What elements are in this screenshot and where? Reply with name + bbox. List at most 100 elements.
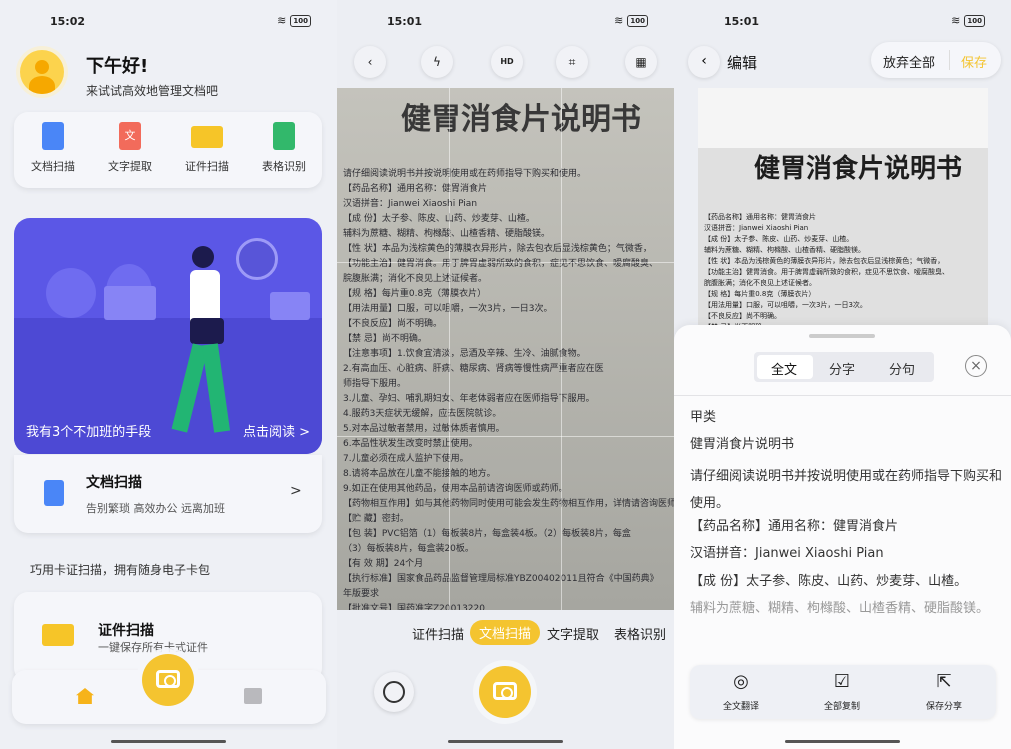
avatar[interactable] <box>20 50 64 94</box>
text-line: 甲类 <box>690 410 717 425</box>
preview-line: 汉语拼音：Jianwei Xiaoshi Pian <box>704 224 809 232</box>
table-icon <box>273 122 295 150</box>
tool-doc-scan[interactable]: 文档扫描 <box>18 122 88 174</box>
promo-banner[interactable]: 我有3个不加班的手段 点击阅读 > <box>14 218 322 454</box>
grid-line <box>337 262 674 263</box>
doc-photo-line: 【用法用量】口服，可以咀嚼，一次3片，一日3次。 <box>343 304 553 314</box>
tool-text-extract[interactable]: 文 文字提取 <box>95 122 165 174</box>
home-indicator <box>448 740 563 743</box>
share-icon: ⇱ <box>936 671 952 692</box>
doc-photo-line: 9.如正在使用其他药品，使用本品前请咨询医师或药师。 <box>343 484 568 494</box>
back-button[interactable]: ‹ <box>688 46 720 78</box>
camera-icon <box>493 682 517 700</box>
doc-photo-line: 【禁 忌】尚不明确。 <box>343 334 427 344</box>
battery-icon: 100 <box>964 14 985 27</box>
hd-button[interactable]: HD <box>491 46 523 78</box>
mode-card-scan[interactable]: 证件扫描 <box>412 624 464 643</box>
status-bar: 15:01 ≋ 100 <box>674 12 1011 32</box>
doc-photo-line: 【有 效 期】24个月 <box>343 559 424 569</box>
camera-screen: 15:01 ≋ 100 ‹ ϟ HD ⌗ ▦ 健胃消食片说明书 请仔细阅读说明书并… <box>337 0 674 749</box>
preview-line: 【规 格】每片重0.8克（薄膜衣片） <box>704 290 816 298</box>
folder-icon[interactable] <box>244 688 262 704</box>
doc-scan-subtitle: 告别繁琐 高效办公 远离加班 <box>86 502 225 515</box>
tool-card-scan[interactable]: 证件扫描 <box>172 122 242 174</box>
doc-photo-line: 【不良反应】尚不明确。 <box>343 319 443 329</box>
doc-photo-line: 【药品名称】通用名称：健胃消食片 <box>343 184 488 194</box>
camera-viewfinder[interactable]: 健胃消食片说明书 请仔细阅读说明书并按说明使用或在药师指导下购买和使用。 【药品名… <box>337 88 674 610</box>
preview-line: 辅料为蔗糖、糊精、枸橼酸、山楂香精、硬脂酸镁。 <box>704 246 865 254</box>
copy-icon: ☑ <box>833 671 851 692</box>
header-actions: 放弃全部 保存 <box>871 42 1001 78</box>
wifi-icon: ≋ <box>614 14 624 27</box>
mode-table-recognize[interactable]: 表格识别 <box>614 624 666 643</box>
preview-line: 【不良反应】尚不明确。 <box>704 312 781 320</box>
back-button[interactable]: ‹ <box>354 46 386 78</box>
greeting-subtitle: 来试试高效地管理文档吧 <box>86 84 219 98</box>
crop-button[interactable]: ⌗ <box>556 46 588 78</box>
drag-handle[interactable] <box>809 334 875 338</box>
flash-off-button[interactable]: ϟ <box>421 46 453 78</box>
doc-photo-line: 8.请将本品放在儿童不能接触的地方。 <box>343 469 496 479</box>
text-line: 请仔细阅读说明书并按说明使用或在药师指导下购买和使用。 <box>690 469 1003 511</box>
document-icon <box>42 122 64 150</box>
close-button[interactable]: × <box>965 355 987 377</box>
doc-photo-line: 【批准文号】国药准字Z20013220 <box>343 604 485 610</box>
mode-doc-scan[interactable]: 文档扫描 <box>470 620 541 645</box>
gallery-button[interactable] <box>374 672 414 712</box>
doc-photo-line: （3）每板装8片，每盒装20板。 <box>343 544 474 554</box>
banner-read-link[interactable]: 点击阅读 > <box>243 421 310 440</box>
grid-line <box>337 436 674 437</box>
crop-icon: ⌗ <box>568 55 576 69</box>
doc-photo-line: 5.对本品过敏者禁用，过敏体质者慎用。 <box>343 424 505 434</box>
preview-line: 【功能主治】健胃消食。用于脾胃虚弱所致的食积，症见不思饮食、嗳腐酸臭、 <box>704 268 949 276</box>
status-time: 15:01 <box>387 15 423 28</box>
doc-photo-line: 【药物相互作用】如与其他药物同时使用可能会发生药物相互作用，详情请咨询医师 <box>343 499 674 509</box>
home-indicator <box>785 740 900 743</box>
card-scan-title: 证件扫描 <box>98 623 154 639</box>
doc-photo-line: 脘腹胀满；消化不良见上述证候者。 <box>343 274 488 284</box>
doc-photo-line: 【规 格】每片重0.8克（薄膜衣片） <box>343 289 487 299</box>
camera-button[interactable] <box>142 654 194 706</box>
doc-photo-line: 2.有高血压、心脏病、肝病、糖尿病、肾病等慢性病严重者应在医 <box>343 364 604 374</box>
doc-scan-row[interactable]: 文档扫描 告别繁琐 高效办公 远离加班 > <box>14 455 322 533</box>
doc-photo-line: 师指导下服用。 <box>343 379 407 389</box>
tool-table-recognize[interactable]: 表格识别 <box>249 122 319 174</box>
text-line: 【成 份】太子参、陈皮、山药、炒麦芽、山楂。 <box>690 574 968 589</box>
view-tabs: 全文 分字 分句 <box>754 352 934 382</box>
copy-all-button[interactable]: ☑ 全部复制 <box>807 671 877 712</box>
save-button[interactable]: 保存 <box>961 52 987 71</box>
tab-by-char[interactable]: 分字 <box>829 359 855 378</box>
save-share-button[interactable]: ⇱ 保存分享 <box>909 671 979 712</box>
doc-photo-title: 健胃消食片说明书 <box>401 102 641 137</box>
grid-button[interactable]: ▦ <box>625 46 657 78</box>
card-icon <box>191 126 223 148</box>
preview-line: 【用法用量】口服，可以咀嚼，一次3片，一日3次。 <box>704 301 867 309</box>
scan-preview: 健胃消食片说明书 【药品名称】通用名称：健胃消食片 汉语拼音：Jianwei Xi… <box>698 88 988 328</box>
tab-full-text[interactable]: 全文 <box>771 359 797 378</box>
mode-text-extract[interactable]: 文字提取 <box>547 624 599 643</box>
globe-icon: ◎ <box>733 671 749 692</box>
doc-photo-line: 【成 份】太子参、陈皮、山药、炒麦芽、山楂。 <box>343 214 535 224</box>
scan-mode-selector: 证件扫描 文档扫描 文字提取 表格识别 <box>337 614 674 652</box>
text-extract-icon: 文 <box>119 122 141 150</box>
tab-by-sentence[interactable]: 分句 <box>889 359 915 378</box>
camera-icon <box>156 670 180 688</box>
preview-line: 【成 份】太子参、陈皮、山药、炒麦芽、山楂。 <box>704 235 854 243</box>
flash-off-icon: ϟ <box>433 55 441 69</box>
page-title: 编辑 <box>727 54 758 72</box>
doc-photo-line: 【性 状】本品为浅棕黄色的薄膜衣异形片，除去包衣后显浅棕黄色；气微香， <box>343 244 652 254</box>
grid-line <box>449 88 450 610</box>
discard-all-button[interactable]: 放弃全部 <box>883 52 935 71</box>
doc-photo-line: 请仔细阅读说明书并按说明使用或在药师指导下购买和使用。 <box>343 169 587 179</box>
wifi-icon: ≋ <box>277 14 287 27</box>
preview-title: 健胃消食片说明书 <box>754 154 963 184</box>
translate-button[interactable]: ◎ 全文翻译 <box>706 671 776 712</box>
bottom-toolbar: ◎ 全文翻译 ☑ 全部复制 ⇱ 保存分享 <box>690 665 996 719</box>
home-icon[interactable] <box>76 688 94 704</box>
text-line: 【药品名称】通用名称：健胃消食片 <box>690 519 899 534</box>
preview-line: 脘腹胀满；消化不良见上述证候者。 <box>704 279 816 287</box>
doc-photo-line: 辅料为蔗糖、糊精、枸橼酸、山楂香精、硬脂酸镁。 <box>343 229 551 239</box>
greeting: 下午好! <box>86 56 149 77</box>
card-icon <box>42 624 74 646</box>
shutter-button[interactable] <box>479 666 531 718</box>
